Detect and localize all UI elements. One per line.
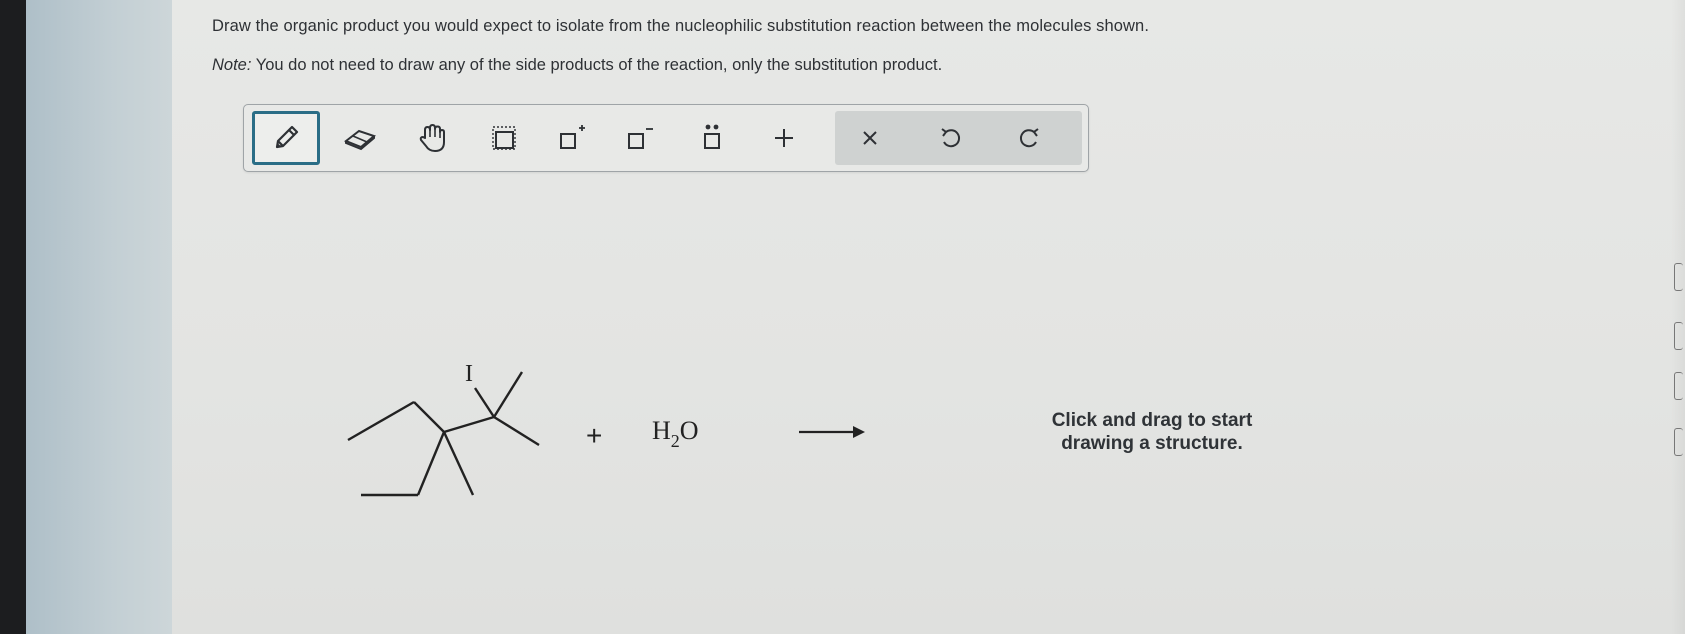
left-sidebar <box>26 0 172 634</box>
iodine-atom-label: I <box>465 361 473 387</box>
undo-icon <box>941 128 961 148</box>
eraser-icon <box>343 129 377 151</box>
note-text: You do not need to draw any of the side … <box>251 56 943 74</box>
redo-button[interactable] <box>1000 113 1060 163</box>
side-tab[interactable] <box>1674 428 1683 456</box>
window-edge <box>0 0 26 634</box>
bond <box>492 371 524 418</box>
hand-icon <box>419 124 445 152</box>
side-tab[interactable] <box>1674 322 1683 350</box>
hint-line-1: Click and drag to start <box>1051 410 1253 431</box>
note-label: Note: <box>212 56 252 74</box>
side-tab[interactable] <box>1674 263 1683 291</box>
close-icon <box>863 131 877 145</box>
question-note: Note: You do not need to draw any of the… <box>212 56 942 75</box>
pencil-icon <box>275 125 299 149</box>
reaction-arrow <box>799 426 865 438</box>
zoom-in-tool[interactable] <box>754 113 814 163</box>
drawing-canvas-hint[interactable]: Click and drag to start drawing a struct… <box>1016 409 1288 455</box>
bond <box>442 431 475 496</box>
bond <box>473 387 496 418</box>
positive-charge-tool[interactable] <box>542 113 602 163</box>
water-h: H <box>652 416 671 445</box>
question-panel <box>172 0 1685 634</box>
bond <box>443 415 495 434</box>
reactant-2-water: H2O <box>652 416 699 452</box>
lone-pair-tool[interactable] <box>682 113 742 163</box>
undo-button[interactable] <box>920 113 980 163</box>
pencil-tool[interactable] <box>252 111 320 165</box>
bond <box>493 415 540 447</box>
lone-pair-icon <box>704 124 720 149</box>
positive-charge-icon <box>560 125 585 149</box>
reactant-1-structure: I <box>347 361 540 497</box>
plus-icon <box>775 129 793 147</box>
bond <box>416 431 446 496</box>
eraser-tool[interactable] <box>330 113 390 163</box>
clear-button[interactable] <box>840 113 900 163</box>
drawing-toolbar <box>243 104 1089 172</box>
negative-charge-tool[interactable] <box>610 113 670 163</box>
bond <box>347 400 415 442</box>
water-subscript: 2 <box>670 431 680 451</box>
side-tab[interactable] <box>1674 372 1683 400</box>
hand-tool[interactable] <box>402 113 462 163</box>
negative-charge-icon <box>628 128 653 149</box>
water-o: O <box>679 416 699 445</box>
right-edge <box>1671 0 1685 634</box>
hint-line-2: drawing a structure. <box>1061 433 1243 454</box>
question-prompt: Draw the organic product you would expec… <box>212 17 1150 35</box>
redo-icon <box>1019 128 1039 148</box>
bond <box>413 401 445 433</box>
selection-box-icon <box>492 126 516 150</box>
select-tool[interactable] <box>474 113 534 163</box>
reaction-plus-sign: + <box>586 420 603 451</box>
